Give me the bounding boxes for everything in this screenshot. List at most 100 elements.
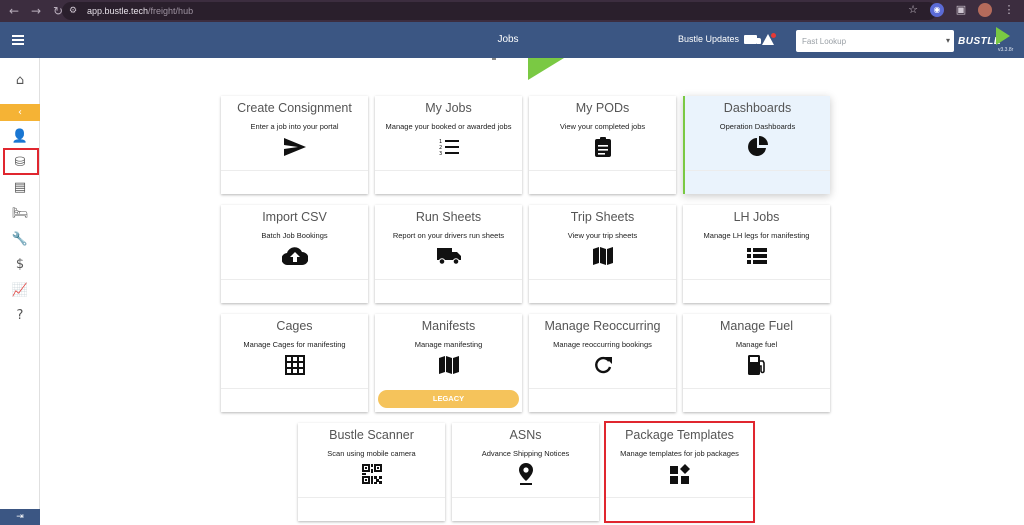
browser-toolbar: ← → ↻ ⚙ app.bustle.tech/freight/hub ☆ ◉ …	[0, 0, 1024, 22]
card-subtitle: Report on your drivers run sheets	[392, 231, 505, 240]
bustle-updates-link[interactable]: Bustle Updates	[678, 34, 762, 44]
more-menu-icon[interactable]: ⋮	[1002, 3, 1016, 17]
card-subtitle: Manage Cages for manifesting	[243, 340, 346, 349]
card-divider	[375, 279, 522, 280]
card-create-consignment[interactable]: Create Consignment Enter a job into your…	[221, 96, 368, 194]
card-title: Bustle Scanner	[329, 428, 414, 442]
fast-lookup-select[interactable]: Fast Lookup	[796, 30, 954, 52]
logo-flag-icon	[996, 27, 1010, 45]
card-subtitle: Advance Shipping Notices	[481, 449, 570, 458]
profile-avatar[interactable]	[978, 3, 992, 17]
card-divider	[529, 279, 676, 280]
browser-actions: ☆ ◉ ▣ ⋮	[906, 3, 1016, 17]
forward-arrow-icon[interactable]: →	[28, 3, 44, 19]
card-cages[interactable]: Cages Manage Cages for manifesting	[221, 314, 368, 412]
card-run-sheets[interactable]: Run Sheets Report on your drivers run sh…	[375, 205, 522, 303]
card-divider	[685, 170, 830, 171]
ordered-list-icon: 1 2 3	[375, 136, 522, 158]
card-subtitle: Manage your booked or awarded jobs	[385, 122, 512, 131]
grid-icon	[221, 354, 368, 376]
card-trip-sheets[interactable]: Trip Sheets View your trip sheets	[529, 205, 676, 303]
card-title: Manage Reoccurring	[544, 319, 661, 333]
card-dashboards[interactable]: Dashboards Operation Dashboards	[683, 96, 830, 194]
extension-icon[interactable]: ◉	[930, 3, 944, 17]
card-title: Create Consignment	[237, 101, 352, 115]
logo-text: BUSTLE	[958, 36, 1001, 47]
card-highlight-box	[604, 421, 755, 523]
app-version: v3.3.8r	[998, 47, 1014, 53]
updates-label: Bustle Updates	[678, 34, 740, 44]
card-import-csv[interactable]: Import CSV Batch Job Bookings	[221, 205, 368, 303]
card-subtitle: Batch Job Bookings	[261, 231, 328, 240]
card-lh-jobs[interactable]: LH Jobs Manage LH legs for manifesting	[683, 205, 830, 303]
card-manifests[interactable]: Manifests Manage manifesting LEGACY	[375, 314, 522, 412]
card-title: ASNs	[509, 428, 542, 442]
address-bar[interactable]: ⚙ app.bustle.tech/freight/hub	[62, 2, 937, 20]
qr-code-icon	[298, 463, 445, 485]
card-divider	[529, 170, 676, 171]
url-text: app.bustle.tech/freight/hub	[87, 6, 193, 16]
card-asns[interactable]: ASNs Advance Shipping Notices	[452, 423, 599, 521]
pie-chart-icon	[685, 136, 830, 158]
card-divider	[375, 170, 522, 171]
card-subtitle: Operation Dashboards	[719, 122, 796, 131]
back-arrow-icon[interactable]: ←	[6, 3, 22, 19]
refresh-icon	[529, 354, 676, 376]
card-subtitle: View your trip sheets	[567, 231, 638, 240]
home-icon[interactable]: ⌂	[0, 68, 40, 92]
truck-icon	[744, 34, 762, 44]
card-title: Dashboards	[723, 101, 792, 115]
dollar-icon[interactable]: $	[0, 252, 40, 276]
url-path: /freight/hub	[148, 6, 194, 16]
card-title: My Jobs	[425, 101, 472, 115]
card-subtitle: Manage manifesting	[414, 340, 483, 349]
logout-icon[interactable]: ⇥	[0, 509, 40, 525]
help-icon[interactable]: ?	[0, 303, 40, 327]
cloud-upload-icon	[221, 245, 368, 267]
card-divider	[221, 170, 368, 171]
card-divider	[452, 497, 599, 498]
card-my-jobs[interactable]: My Jobs Manage your booked or awarded jo…	[375, 96, 522, 194]
card-title: Manifests	[421, 319, 476, 333]
list-icon	[683, 245, 830, 267]
card-divider	[683, 279, 830, 280]
list-alt-icon[interactable]: ▤	[0, 175, 40, 199]
truck-icon	[375, 245, 522, 267]
clipboard-icon	[529, 136, 676, 158]
app-header: Jobs Bustle Updates Fast Lookup BUSTLE v…	[0, 22, 1024, 58]
bookmark-star-icon[interactable]: ☆	[906, 3, 920, 17]
card-bustle-scanner[interactable]: Bustle Scanner Scan using mobile camera	[298, 423, 445, 521]
card-divider	[221, 388, 368, 389]
extensions-puzzle-icon[interactable]: ▣	[954, 3, 968, 17]
user-icon[interactable]: 👤	[0, 124, 40, 148]
fuel-pump-icon	[683, 354, 830, 376]
card-subtitle: View your completed jobs	[559, 122, 646, 131]
card-title: Manage Fuel	[720, 319, 793, 333]
card-subtitle: Manage fuel	[735, 340, 778, 349]
card-divider	[529, 388, 676, 389]
map-pin-icon	[452, 463, 599, 485]
card-title: My PODs	[575, 101, 630, 115]
site-info-icon[interactable]: ⚙	[69, 6, 79, 16]
legacy-button[interactable]: LEGACY	[378, 390, 519, 408]
card-subtitle: Manage LH legs for manifesting	[703, 231, 810, 240]
alert-badge	[771, 33, 776, 38]
card-divider	[683, 388, 830, 389]
line-chart-icon[interactable]: 📈	[0, 278, 40, 302]
sidebar-collapse-chevron-icon[interactable]: ‹	[0, 104, 40, 121]
card-manage-reoccurring[interactable]: Manage Reoccurring Manage reoccurring bo…	[529, 314, 676, 412]
card-title: LH Jobs	[733, 210, 780, 224]
wrench-icon[interactable]: 🔧	[0, 227, 40, 251]
card-title: Run Sheets	[415, 210, 482, 224]
sidebar: ⌂ ‹ 👤 ⛁ ▤ 🛏 🔧 $ 📈 ? ⇥	[0, 58, 40, 525]
bed-icon[interactable]: 🛏	[0, 201, 40, 225]
card-subtitle: Manage reoccurring bookings	[553, 340, 652, 349]
packages-icon[interactable]: ⛁	[0, 150, 40, 174]
card-my-pods[interactable]: My PODs View your completed jobs	[529, 96, 676, 194]
card-divider	[298, 497, 445, 498]
card-title: Cages	[276, 319, 313, 333]
card-manage-fuel[interactable]: Manage Fuel Manage fuel	[683, 314, 830, 412]
send-icon	[221, 136, 368, 158]
svg-text:3: 3	[439, 151, 442, 156]
map-icon	[375, 354, 522, 376]
